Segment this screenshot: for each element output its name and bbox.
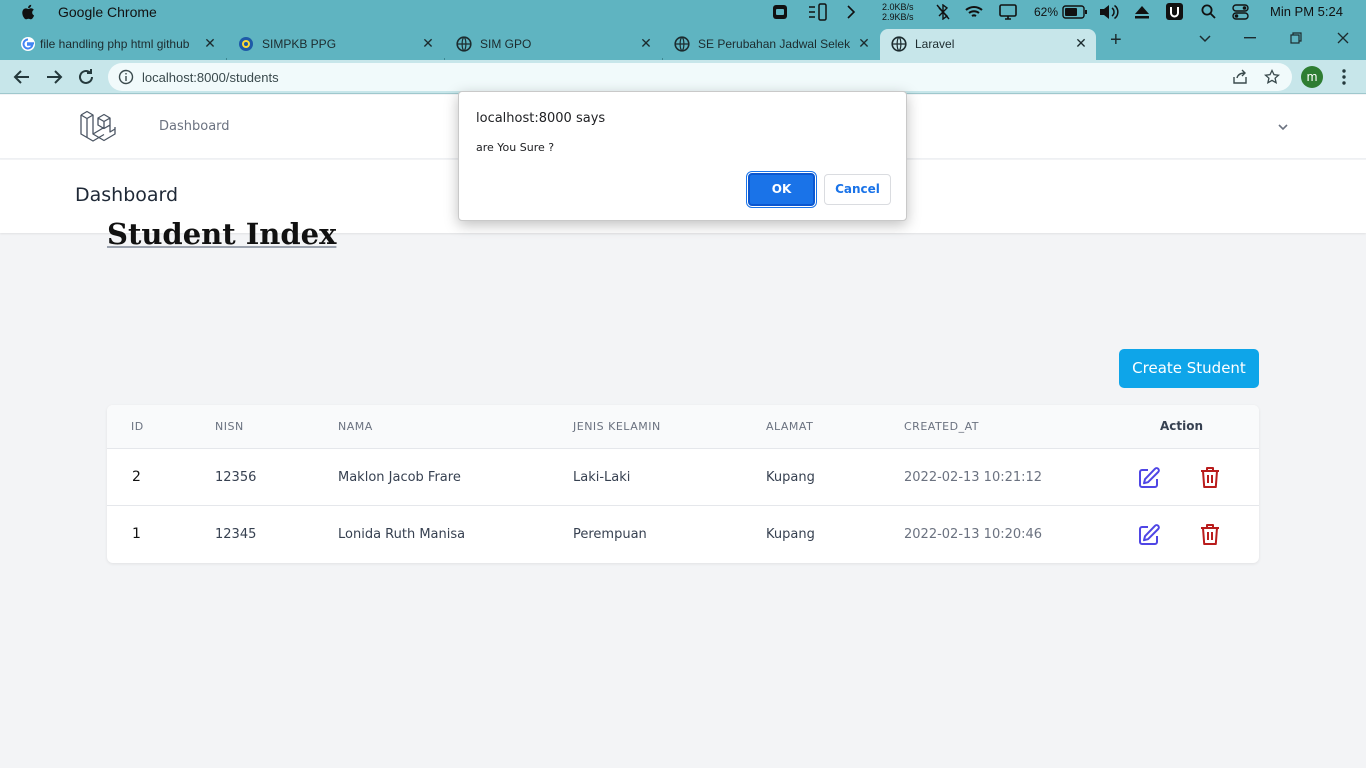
net-down: 2.9KB/s bbox=[882, 12, 914, 22]
user-dropdown-chevron-icon[interactable] bbox=[1276, 121, 1290, 133]
address-bar[interactable]: localhost:8000/students bbox=[108, 63, 1292, 91]
minimize-icon[interactable] bbox=[1244, 37, 1256, 39]
close-tab-icon[interactable]: ✕ bbox=[202, 35, 218, 51]
globe-icon bbox=[674, 36, 690, 52]
column-header-nama: NAMA bbox=[338, 420, 373, 433]
cell-jenis-kelamin: Perempuan bbox=[573, 527, 647, 542]
reload-icon[interactable] bbox=[75, 66, 97, 88]
header-title: Dashboard bbox=[75, 184, 179, 206]
tab-title: SIM GPO bbox=[480, 37, 532, 51]
close-tab-icon[interactable]: ✕ bbox=[420, 35, 436, 51]
table-header: ID NISN NAMA JENIS KELAMIN ALAMAT CREATE… bbox=[107, 405, 1259, 449]
tab-search-icon[interactable] bbox=[1198, 33, 1212, 43]
restore-icon[interactable] bbox=[1290, 32, 1302, 44]
battery-percent: 62% bbox=[1034, 5, 1059, 19]
eject-icon[interactable] bbox=[1134, 4, 1150, 20]
bluetooth-off-icon[interactable] bbox=[936, 4, 950, 20]
forward-icon[interactable] bbox=[43, 66, 65, 88]
cell-nama: Lonida Ruth Manisa bbox=[338, 527, 466, 542]
cell-id: 1 bbox=[132, 526, 141, 542]
control-center-icon[interactable] bbox=[1232, 4, 1249, 20]
tab-simpkb[interactable]: SIMPKB PPG ✕ bbox=[234, 29, 440, 60]
dialog-message: are You Sure ? bbox=[476, 141, 555, 154]
net-speed: 2.0KB/s 2.9KB/s bbox=[882, 2, 914, 22]
utility-u-icon[interactable] bbox=[1166, 3, 1183, 20]
column-header-created-at: CREATED_AT bbox=[904, 420, 979, 433]
dialog-title: localhost:8000 says bbox=[476, 111, 606, 126]
app-name[interactable]: Google Chrome bbox=[58, 4, 157, 20]
cell-nisn: 12356 bbox=[215, 470, 257, 485]
column-header-action: Action bbox=[1160, 419, 1204, 433]
cell-nama: Maklon Jacob Frare bbox=[338, 470, 461, 485]
url-text[interactable]: localhost:8000/students bbox=[142, 70, 279, 85]
spotlight-search-icon[interactable] bbox=[1201, 4, 1216, 19]
cell-created-at: 2022-02-13 10:21:12 bbox=[904, 470, 1043, 485]
laravel-logo-icon[interactable] bbox=[78, 108, 116, 146]
close-tab-icon[interactable]: ✕ bbox=[1073, 35, 1089, 51]
display-icon[interactable] bbox=[999, 4, 1017, 20]
column-header-id: ID bbox=[131, 420, 144, 433]
browser-menu-icon[interactable] bbox=[1336, 68, 1352, 86]
tab-sim-gpo[interactable]: SIM GPO ✕ bbox=[452, 29, 658, 60]
table-row: 2 12356 Maklon Jacob Frare Laki-Laki Kup… bbox=[107, 449, 1259, 506]
tab-laravel[interactable]: Laravel ✕ bbox=[880, 29, 1096, 60]
dialog-ok-button[interactable]: OK bbox=[746, 171, 817, 208]
cell-nisn: 12345 bbox=[215, 527, 257, 542]
cell-created-at: 2022-02-13 10:20:46 bbox=[904, 527, 1043, 542]
cell-jenis-kelamin: Laki-Laki bbox=[573, 470, 631, 485]
tab-title: file handling php html github bbox=[40, 37, 190, 51]
cell-alamat: Kupang bbox=[766, 470, 815, 485]
table-row: 1 12345 Lonida Ruth Manisa Perempuan Kup… bbox=[107, 506, 1259, 563]
tab-strip: file handling php html github ✕ SIMPKB P… bbox=[0, 25, 1366, 76]
delete-icon[interactable] bbox=[1200, 523, 1220, 546]
nav-dashboard-link[interactable]: Dashboard bbox=[159, 119, 230, 134]
volume-icon[interactable] bbox=[1099, 4, 1119, 20]
tab-title: SIMPKB PPG bbox=[262, 37, 337, 51]
tab-file-handling[interactable]: file handling php html github ✕ bbox=[16, 29, 222, 60]
tab-title: Laravel bbox=[915, 37, 955, 51]
site-info-icon[interactable] bbox=[118, 69, 134, 85]
share-icon[interactable] bbox=[1232, 69, 1248, 85]
close-window-icon[interactable] bbox=[1337, 32, 1349, 44]
page-title: Student Index bbox=[107, 217, 337, 251]
wifi-icon[interactable] bbox=[965, 5, 983, 19]
os-menubar: Google Chrome 2.0KB/s 2.9KB/s 62% Min PM … bbox=[0, 0, 1366, 25]
sync-icon[interactable] bbox=[845, 4, 857, 20]
apple-icon[interactable] bbox=[21, 3, 37, 21]
phone-link-icon[interactable] bbox=[806, 3, 828, 21]
column-header-alamat: ALAMAT bbox=[766, 420, 814, 433]
close-tab-icon[interactable]: ✕ bbox=[638, 35, 654, 51]
globe-icon bbox=[891, 36, 907, 52]
delete-icon[interactable] bbox=[1200, 466, 1220, 489]
browser-toolbar: localhost:8000/students m bbox=[0, 60, 1366, 94]
edit-icon[interactable] bbox=[1138, 524, 1160, 546]
tab-title: SE Perubahan Jadwal Seleksi bbox=[698, 37, 850, 51]
cell-id: 2 bbox=[132, 469, 141, 485]
bookmark-star-icon[interactable] bbox=[1264, 69, 1280, 85]
google-icon bbox=[21, 37, 35, 51]
close-tab-icon[interactable]: ✕ bbox=[856, 35, 872, 51]
globe-icon bbox=[456, 36, 472, 52]
battery-icon[interactable] bbox=[1062, 5, 1088, 19]
edit-icon[interactable] bbox=[1138, 467, 1160, 489]
net-up: 2.0KB/s bbox=[882, 2, 914, 12]
back-icon[interactable] bbox=[11, 66, 33, 88]
screen-record-icon[interactable] bbox=[772, 4, 788, 20]
create-student-button[interactable]: Create Student bbox=[1119, 349, 1259, 388]
tab-se-perubahan[interactable]: SE Perubahan Jadwal Seleksi ✕ bbox=[670, 29, 876, 60]
new-tab-button[interactable]: + bbox=[1110, 29, 1122, 52]
confirm-dialog: localhost:8000 says are You Sure ? OK Ca… bbox=[458, 91, 907, 221]
column-header-jenis-kelamin: JENIS KELAMIN bbox=[573, 420, 661, 433]
students-table: ID NISN NAMA JENIS KELAMIN ALAMAT CREATE… bbox=[107, 405, 1259, 563]
dialog-cancel-button[interactable]: Cancel bbox=[824, 174, 891, 205]
column-header-nisn: NISN bbox=[215, 420, 244, 433]
cell-alamat: Kupang bbox=[766, 527, 815, 542]
clock[interactable]: Min PM 5:24 bbox=[1270, 4, 1343, 19]
simpkb-icon bbox=[239, 37, 253, 51]
profile-avatar[interactable]: m bbox=[1301, 66, 1323, 88]
